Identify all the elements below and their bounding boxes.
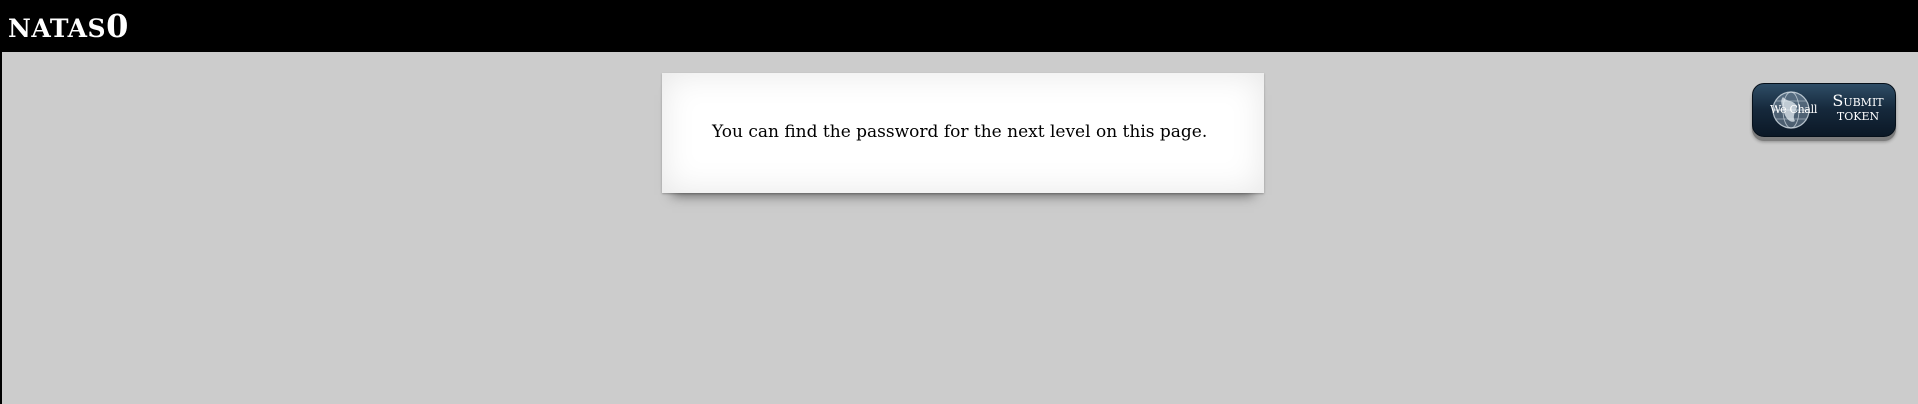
wechall-logo-text: We Chall [1770, 103, 1818, 116]
title-number: 0 [106, 7, 129, 45]
token-label: token [1836, 106, 1880, 124]
title-name: NATAS [8, 14, 107, 43]
submit-token-button[interactable]: We Chall Submit token [1752, 83, 1896, 137]
page-header: NATAS0 [2, 2, 1918, 52]
page-title: NATAS0 [8, 10, 128, 42]
content-box: You can find the password for the next l… [662, 73, 1264, 193]
page-frame: NATAS0 You can find the password for the… [2, 2, 1918, 404]
submit-token-label: Submit token [1825, 93, 1891, 123]
level-message: You can find the password for the next l… [712, 122, 1208, 142]
